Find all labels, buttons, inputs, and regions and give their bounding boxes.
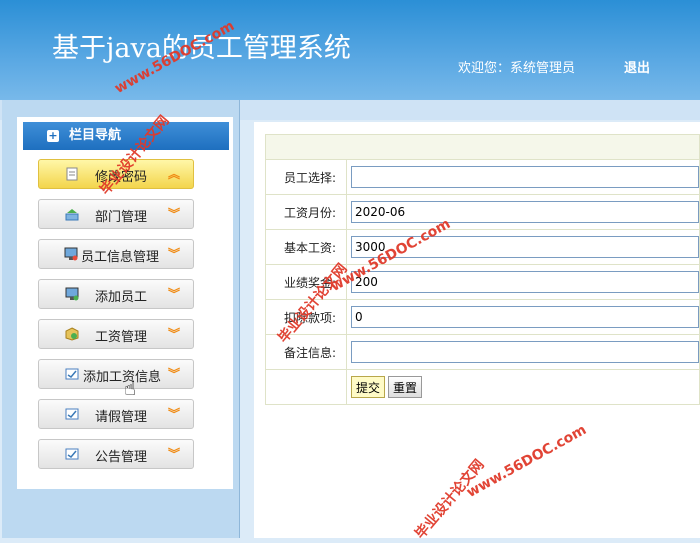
sidebar-item-salary[interactable]: 工资管理 ︾	[38, 319, 194, 349]
employee-monitor-icon	[64, 247, 78, 261]
logout-link[interactable]: 退出	[624, 57, 650, 76]
employee-select[interactable]	[351, 166, 699, 188]
actions-spacer	[265, 369, 347, 405]
expand-icon: +	[47, 129, 59, 142]
monitor-add-icon	[65, 287, 79, 301]
edit-check-icon	[65, 368, 79, 380]
document-edit-icon	[66, 167, 78, 181]
form-row-deduction: 扣除款项:	[265, 299, 700, 335]
deduction-input[interactable]	[351, 306, 699, 328]
sidebar-item-label: 请假管理	[95, 410, 148, 425]
sidebar-item-leave[interactable]: 请假管理 ︾	[38, 399, 194, 429]
sidebar-item-label: 员工信息管理	[81, 250, 160, 265]
form-row-month: 工资月份:	[265, 194, 700, 230]
sidebar-item-label: 部门管理	[95, 210, 148, 225]
form-row-base-salary: 基本工资:	[265, 229, 700, 265]
chevron-down-icon: ︾	[168, 247, 181, 261]
mouse-pointer-icon: ☝	[124, 376, 137, 400]
chevron-down-icon: ︾	[168, 207, 181, 221]
bonus-input[interactable]	[351, 271, 699, 293]
chevron-down-icon: ︾	[168, 287, 181, 301]
reset-button[interactable]: 重置	[388, 376, 423, 398]
form-header-row	[265, 134, 700, 160]
header-banner: 基于java的员工管理系统 欢迎您：系统管理员 退出	[0, 0, 700, 100]
department-icon	[65, 209, 79, 221]
chevron-down-icon: ︾	[168, 367, 181, 381]
sidebar-item-label: 工资管理	[95, 330, 148, 345]
month-label: 工资月份:	[265, 194, 347, 230]
month-input[interactable]	[351, 201, 699, 223]
edit-check-icon	[65, 448, 79, 460]
remark-input[interactable]	[351, 341, 699, 363]
chevron-up-icon: ︽	[168, 167, 181, 181]
sidebar-item-employee-info[interactable]: 员工信息管理 ︾	[38, 239, 194, 269]
sidebar-item-label: 公告管理	[95, 450, 148, 465]
chevron-down-icon: ︾	[168, 447, 181, 461]
form-row-remark: 备注信息:	[265, 334, 700, 370]
sidebar-item-notice[interactable]: 公告管理 ︾	[38, 439, 194, 469]
sidebar-item-add-employee[interactable]: 添加员工 ︾	[38, 279, 194, 309]
form-row-actions: 提交 重置	[265, 369, 700, 405]
salary-box-icon	[65, 327, 79, 341]
chevron-down-icon: ︾	[168, 407, 181, 421]
remark-label: 备注信息:	[265, 334, 347, 370]
sidebar-item-add-salary[interactable]: 添加工资信息 ︾	[38, 359, 194, 389]
submit-button[interactable]: 提交	[351, 376, 386, 398]
sidebar-item-department[interactable]: 部门管理 ︾	[38, 199, 194, 229]
chevron-down-icon: ︾	[168, 327, 181, 341]
sidebar-item-label: 添加工资信息	[83, 370, 162, 385]
employee-label: 员工选择:	[265, 159, 347, 195]
sidebar-title: + 栏目导航	[23, 122, 229, 150]
form-row-employee: 员工选择:	[265, 159, 700, 195]
welcome-text: 欢迎您：系统管理员	[458, 61, 576, 76]
sidebar-title-label: 栏目导航	[69, 128, 122, 143]
edit-check-icon	[65, 408, 79, 420]
sidebar-item-label: 添加员工	[95, 290, 148, 305]
